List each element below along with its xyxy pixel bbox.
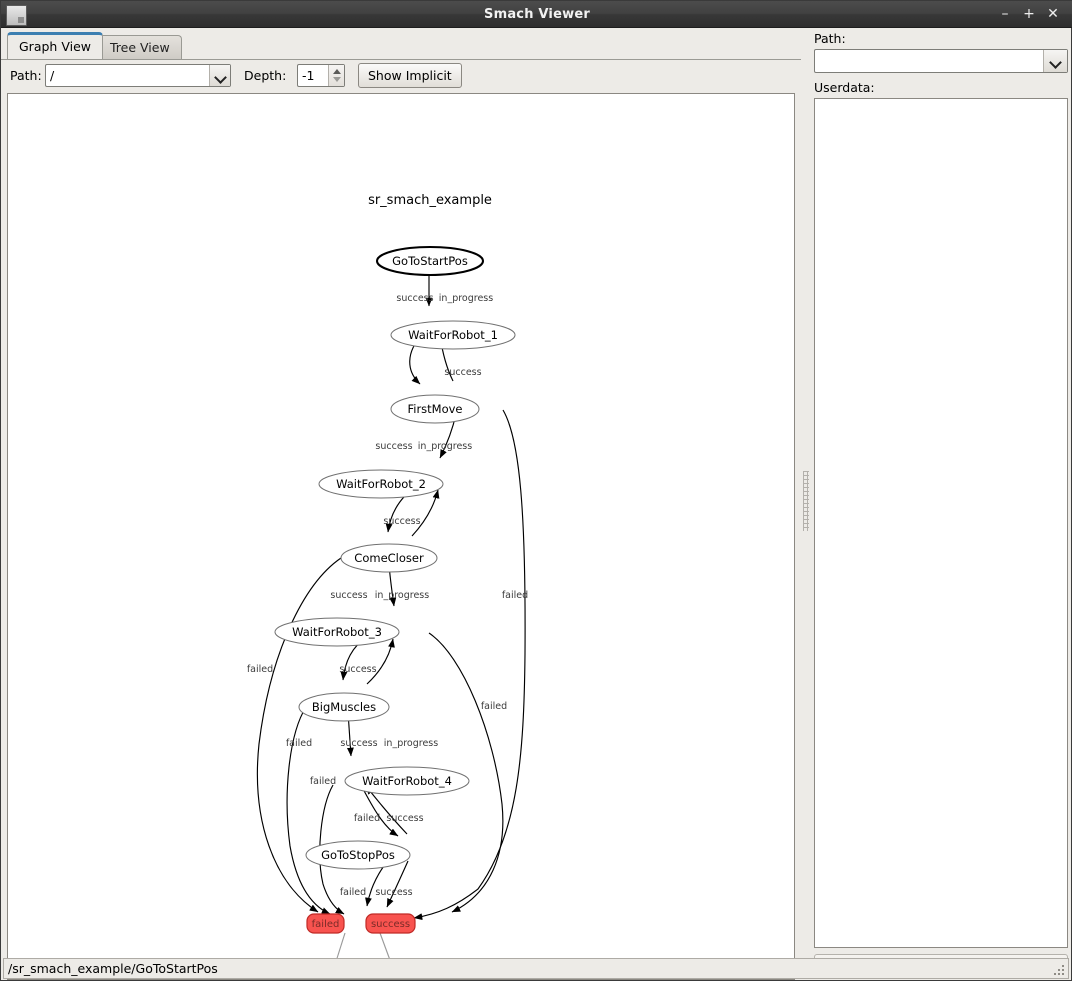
graph-node-label: WaitForRobot_4	[362, 774, 452, 788]
path-input[interactable]: /	[50, 65, 54, 86]
graph-edge-label: success	[383, 516, 420, 527]
graph-node-label: BigMuscles	[312, 700, 376, 714]
graph-node[interactable]: GoToStartPos	[375, 245, 485, 277]
show-implicit-button[interactable]: Show Implicit	[358, 63, 462, 88]
panel-splitter[interactable]	[801, 31, 811, 953]
graph-terminal-label: success	[371, 919, 410, 930]
graph-edge-label: in_progress	[375, 590, 429, 601]
tab-tree-view[interactable]: Tree View	[98, 35, 182, 59]
graph-edge-label: success	[386, 813, 423, 824]
tab-graph-view[interactable]: Graph View	[7, 32, 103, 59]
path-combobox[interactable]: /	[45, 64, 231, 87]
state-machine-graph[interactable]: GoToStartPos WaitForRobot_1 FirstMove WaitF…	[8, 94, 794, 979]
graph-node-label: WaitForRobot_1	[408, 328, 498, 342]
graph-edge-label: success	[396, 293, 433, 304]
graph-edge-label: in_progress	[418, 441, 472, 452]
right-panel: Path: Userdata: Set as Initial State	[811, 28, 1072, 979]
graph-node-label: GoToStartPos	[392, 254, 468, 268]
userdata-path-combobox[interactable]	[814, 49, 1068, 73]
graph-node[interactable]: WaitForRobot_4	[344, 766, 470, 796]
graph-edge-label: failed	[354, 813, 380, 824]
depth-label: Depth:	[244, 68, 287, 83]
graph-canvas[interactable]: GoToStartPos WaitForRobot_1 FirstMove WaitF…	[7, 93, 795, 980]
graph-node[interactable]: ComeCloser	[340, 543, 438, 573]
graph-node[interactable]: BigMuscles	[298, 692, 390, 722]
close-button[interactable]: ✕	[1042, 1, 1064, 28]
splitter-grip-icon[interactable]	[803, 471, 809, 531]
status-text: /sr_smach_example/GoToStartPos	[8, 961, 218, 976]
graph-edge-labels: success in_progresssuccesssuccess in_progr…	[247, 293, 528, 898]
userdata-textarea[interactable]	[814, 98, 1068, 948]
spin-up-icon[interactable]	[333, 69, 341, 74]
graph-node[interactable]: WaitForRobot_1	[390, 320, 516, 350]
graph-node[interactable]: GoToStopPos	[305, 840, 411, 870]
minimize-button[interactable]: –	[994, 1, 1016, 28]
depth-input[interactable]: -1	[302, 65, 314, 86]
graph-terminal-label: failed	[312, 919, 340, 930]
maximize-button[interactable]: +	[1018, 1, 1040, 28]
depth-stepper[interactable]: -1	[297, 64, 345, 87]
path-label: Path:	[10, 68, 42, 83]
graph-terminal-nodes[interactable]: failed success	[306, 913, 416, 934]
graph-node-label: GoToStopPos	[321, 848, 395, 862]
title-bar: Smach Viewer – + ✕	[1, 1, 1072, 28]
graph-edge-label: failed	[247, 664, 273, 675]
graph-edge-label: success	[339, 664, 376, 675]
graph-node-label: ComeCloser	[354, 551, 424, 565]
resize-grip-icon[interactable]	[1053, 964, 1065, 976]
left-panel: Graph View Tree View Path: / Depth: -1 S…	[1, 28, 801, 980]
graph-edge-label: success	[330, 590, 367, 601]
graph-node-label: WaitForRobot_2	[336, 477, 426, 491]
graph-edge-label: in_progress	[384, 738, 438, 749]
graph-edge-label: failed	[286, 738, 312, 749]
userdata-path-label: Path:	[814, 31, 846, 46]
graph-node[interactable]: WaitForRobot_2	[318, 469, 444, 499]
depth-spin-buttons[interactable]	[328, 65, 344, 86]
userdata-label: Userdata:	[814, 80, 875, 95]
graph-edge-label: success	[375, 887, 412, 898]
graph-node[interactable]: FirstMove	[390, 394, 480, 424]
graph-edge-label: failed	[502, 590, 528, 601]
graph-terminal-node[interactable]: failed	[306, 913, 345, 934]
chevron-down-icon[interactable]	[209, 65, 230, 86]
graph-toolbar: Path: / Depth: -1 Show Implicit	[1, 59, 801, 92]
graph-node[interactable]: WaitForRobot_3	[274, 617, 400, 647]
smach-viewer-window: Smach Viewer – + ✕ Graph View Tree View …	[0, 0, 1072, 981]
graph-node-label: FirstMove	[407, 402, 462, 416]
window-title: Smach Viewer	[484, 7, 590, 22]
tab-bar: Graph View Tree View	[1, 32, 801, 60]
graph-root-label: sr_smach_example	[368, 193, 492, 208]
graph-node-label: WaitForRobot_3	[292, 625, 382, 639]
graph-edge-label: in_progress	[439, 293, 493, 304]
graph-edge-label: success	[340, 738, 377, 749]
graph-edge-label: success	[375, 441, 412, 452]
spin-down-icon[interactable]	[333, 77, 341, 82]
graph-terminal-node[interactable]: success	[365, 913, 416, 934]
graph-edge-label: failed	[481, 701, 507, 712]
graph-edge-label: success	[444, 367, 481, 378]
chevron-down-icon[interactable]	[1043, 50, 1067, 72]
graph-edge-label: failed	[340, 887, 366, 898]
status-bar: /sr_smach_example/GoToStartPos	[3, 958, 1069, 979]
graph-edge-label: failed	[310, 776, 336, 787]
